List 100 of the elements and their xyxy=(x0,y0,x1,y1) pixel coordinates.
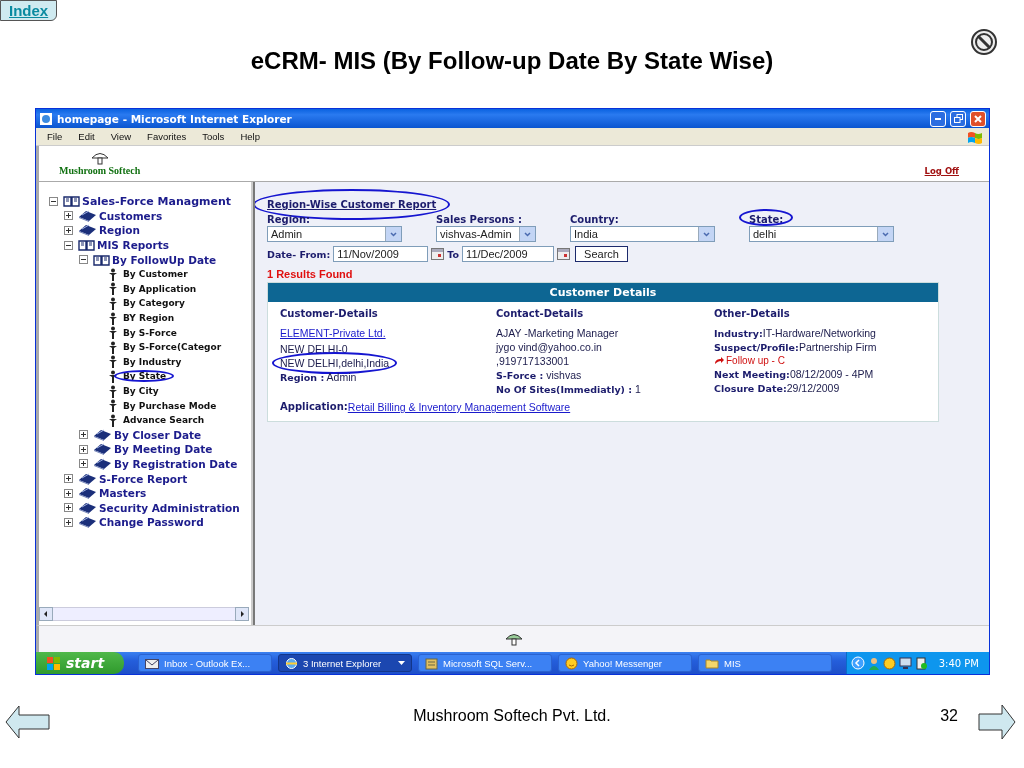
log-off-link[interactable]: Log Off xyxy=(924,166,959,176)
pin-icon xyxy=(108,296,118,310)
tree-item[interactable]: By S-Force(Categor xyxy=(123,342,222,353)
application-link[interactable]: Retail Billing & Inventory Management Software xyxy=(347,401,571,413)
collapse-icon[interactable] xyxy=(49,196,58,206)
close-button[interactable] xyxy=(970,110,986,127)
menu-item[interactable]: Tools xyxy=(194,131,233,142)
close-icon xyxy=(974,114,982,123)
search-button[interactable]: Search xyxy=(575,246,628,262)
tree-item[interactable]: By FollowUp Date xyxy=(112,253,217,266)
taskbar-button[interactable]: MIS xyxy=(698,654,832,672)
tree-item[interactable]: By Closer Date xyxy=(114,428,202,441)
slide-title: eCRM- MIS (By Follow-up Date By State Wise) xyxy=(250,47,774,75)
pin-icon xyxy=(108,413,118,427)
tree-item[interactable]: Security Administration xyxy=(99,501,240,514)
minimize-icon xyxy=(935,117,941,120)
chevron-right-icon[interactable] xyxy=(235,607,249,621)
tree-item[interactable]: Masters xyxy=(99,487,147,500)
pin-icon xyxy=(108,355,118,369)
tree-item[interactable]: By City xyxy=(123,386,159,396)
arrow-icon xyxy=(714,356,724,365)
expand-icon[interactable] xyxy=(79,459,88,469)
pin-icon xyxy=(108,369,118,383)
follow-up-link[interactable]: Follow up - C xyxy=(726,355,785,366)
dropdown[interactable]: delhi xyxy=(749,226,894,242)
tree-item[interactable]: By Application xyxy=(123,283,197,294)
tree-item[interactable]: By Meeting Date xyxy=(114,443,213,456)
tree-item[interactable]: By Category xyxy=(123,298,185,309)
table-title: Customer Details xyxy=(268,283,938,302)
menu-item[interactable]: Edit xyxy=(70,131,103,142)
tree-item[interactable]: S-Force Report xyxy=(99,472,188,485)
menu-item[interactable]: File xyxy=(39,131,71,142)
detail-text: AJAY -Marketing Manager xyxy=(496,327,619,339)
expand-icon[interactable] xyxy=(64,517,73,527)
expand-icon[interactable] xyxy=(64,488,73,498)
menu-item[interactable]: View xyxy=(102,131,140,142)
computer-icon[interactable] xyxy=(898,656,912,670)
no-sign-icon[interactable] xyxy=(970,28,998,56)
book-icon xyxy=(78,501,97,514)
book-icon xyxy=(78,224,97,237)
minimize-button[interactable] xyxy=(930,110,946,127)
tree-item[interactable]: Change Password xyxy=(99,516,204,529)
expand-icon[interactable] xyxy=(64,503,73,513)
pin-icon xyxy=(108,384,118,398)
taskbar-button[interactable]: 3 Internet Explorer xyxy=(278,654,412,672)
pin-icon xyxy=(108,340,118,354)
collapse-icon[interactable] xyxy=(64,240,73,250)
tree-item[interactable]: By Customer xyxy=(123,269,188,280)
pin-icon xyxy=(108,282,118,296)
tree-item[interactable]: Customers xyxy=(99,209,163,222)
field-label: Application: xyxy=(280,401,348,412)
envelope-icon xyxy=(145,657,159,669)
menu-item[interactable]: Favorites xyxy=(139,131,195,142)
dropdown[interactable]: vishvas-Admin xyxy=(436,226,536,242)
menu-item[interactable]: Help xyxy=(232,131,268,142)
calendar-icon[interactable] xyxy=(557,248,571,260)
detail-text: S-Force : vishvas xyxy=(496,369,582,381)
pin-icon xyxy=(108,399,118,413)
detail-text: Industry:IT-Hardware/Networking xyxy=(714,327,876,339)
tree-item[interactable]: MIS Reports xyxy=(97,239,169,252)
chevron-left-icon[interactable] xyxy=(39,607,53,621)
tree-item[interactable]: BY Region xyxy=(123,313,175,324)
tree-item[interactable]: Advance Search xyxy=(123,415,205,426)
folder-icon xyxy=(705,657,719,669)
device-icon[interactable] xyxy=(914,656,928,670)
expand-icon[interactable] xyxy=(64,211,73,221)
back-arrow-icon[interactable] xyxy=(5,703,51,740)
tree-item[interactable]: By Purchase Mode xyxy=(123,400,217,411)
date-field[interactable]: 11/Nov/2009 xyxy=(333,246,429,262)
taskbar-button[interactable]: Microsoft SQL Serv... xyxy=(418,654,552,672)
book-icon xyxy=(93,253,110,266)
tree-item[interactable]: Region xyxy=(99,224,140,237)
page-number: 32 xyxy=(940,706,958,725)
collapse-icon[interactable] xyxy=(79,255,88,265)
taskbar-button[interactable]: Yahoo! Messenger xyxy=(558,654,692,672)
tree-item[interactable]: By S-Force xyxy=(123,327,177,338)
chevron-down-icon xyxy=(390,231,397,237)
taskbar-button[interactable]: Inbox - Outlook Ex... xyxy=(138,654,272,672)
date-field[interactable]: 11/Dec/2009 xyxy=(462,246,555,262)
horizontal-scrollbar[interactable] xyxy=(39,607,249,621)
tree-item[interactable]: Sales-Force Managment xyxy=(82,194,232,208)
chevron-down-icon xyxy=(703,231,710,237)
footer-text: Mushroom Softech Pvt. Ltd. xyxy=(413,706,611,725)
book-icon xyxy=(93,458,112,470)
mushroom-icon xyxy=(504,632,524,646)
restore-button[interactable] xyxy=(950,110,966,127)
expand-icon[interactable] xyxy=(79,430,88,440)
company-link[interactable]: ELEMENT-Private Ltd. xyxy=(280,327,386,339)
dropdown[interactable]: India xyxy=(570,226,715,242)
caret-icon xyxy=(398,661,405,665)
dropdown[interactable]: Admin xyxy=(267,226,402,242)
forward-arrow-icon[interactable] xyxy=(978,702,1016,741)
expand-icon[interactable] xyxy=(64,226,73,235)
calendar-icon[interactable] xyxy=(431,248,445,260)
tree-item[interactable]: By Industry xyxy=(123,356,182,367)
detail-text: ,919717133001 xyxy=(496,355,569,367)
book-icon xyxy=(93,428,112,441)
expand-icon[interactable] xyxy=(64,474,73,484)
tree-item[interactable]: By Registration Date xyxy=(114,458,238,470)
expand-icon[interactable] xyxy=(79,444,88,454)
